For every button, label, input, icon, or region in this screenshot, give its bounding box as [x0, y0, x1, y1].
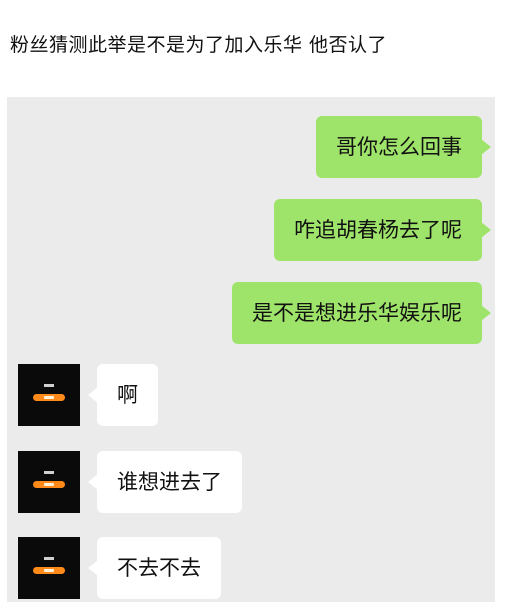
post-caption: 粉丝猜测此举是不是为了加入乐华 他否认了 — [10, 34, 388, 56]
received-message-bubble[interactable]: 不去不去 — [88, 537, 221, 599]
sent-message-bubble[interactable]: 咋追胡春杨去了呢 — [274, 199, 491, 261]
sent-message-bubble[interactable]: 是不是想进乐华娱乐呢 — [232, 282, 491, 344]
received-message-bubble[interactable]: 啊 — [88, 364, 158, 426]
received-message-bubble[interactable]: 谁想进去了 — [88, 451, 242, 513]
avatar-logo-badge — [33, 567, 65, 574]
sent-message-bubble[interactable]: 哥你怎么回事 — [316, 116, 491, 178]
avatar-logo-mark — [44, 557, 54, 560]
contact-avatar[interactable] — [18, 451, 80, 513]
contact-avatar[interactable] — [18, 364, 80, 426]
avatar-logo-mark — [44, 471, 54, 474]
avatar-logo-badge — [33, 394, 65, 401]
avatar-logo-badge — [33, 481, 65, 488]
chat-screenshot: 哥你怎么回事 咋追胡春杨去了呢 是不是想进乐华娱乐呢 啊 谁想进去了 不去不去 — [7, 97, 495, 602]
contact-avatar[interactable] — [18, 537, 80, 599]
avatar-logo-mark — [44, 384, 54, 387]
